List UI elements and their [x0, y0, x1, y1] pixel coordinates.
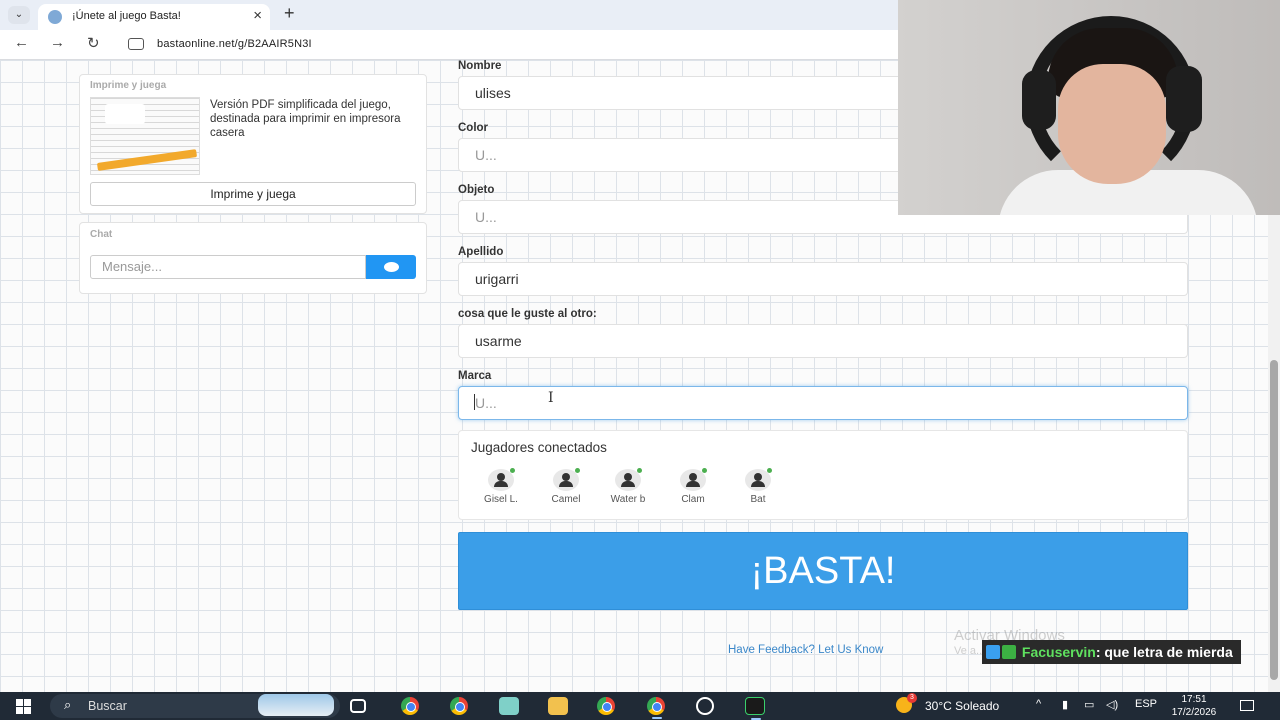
headphone-right-icon [1166, 66, 1202, 132]
player-item[interactable]: Camel [533, 468, 593, 509]
online-status-icon [767, 468, 772, 473]
player-item[interactable]: Bat [725, 468, 785, 509]
search-highlight-image[interactable] [258, 694, 334, 716]
site-favicon-icon [48, 10, 62, 24]
close-tab-icon[interactable]: × [253, 7, 262, 24]
new-tab-icon[interactable]: + [284, 3, 295, 24]
online-status-icon [575, 468, 580, 473]
tab-title: ¡Únete al juego Basta! [72, 10, 181, 22]
basta-logo-icon [105, 104, 145, 124]
headphone-left-icon [1022, 70, 1056, 130]
terminal-icon[interactable] [745, 697, 765, 720]
task-view-icon[interactable] [350, 699, 366, 713]
field-label-marca: Marca [458, 370, 492, 382]
scrollbar-thumb[interactable] [1270, 360, 1278, 680]
activate-windows-subtext: Ve a... [954, 645, 986, 657]
chat-username: Facuservin [1021, 644, 1096, 660]
print-panel: Imprime y juega Versión PDF simplificada… [79, 74, 427, 214]
field-label-color: Color [458, 122, 489, 134]
subscriber-badge-icon [1002, 645, 1016, 659]
apellido-input[interactable]: urigarri [458, 262, 1188, 296]
stream-chat-message: Facuservin: que letra de mierda [982, 640, 1241, 664]
feedback-link[interactable]: Have Feedback? Let Us Know [728, 644, 883, 656]
cosa-input[interactable]: usarme [458, 324, 1188, 358]
player-item[interactable]: Gisel L. [468, 468, 528, 509]
language-indicator[interactable]: ESP [1135, 698, 1157, 710]
print-description: Versión PDF simplificada del juego, dest… [210, 99, 401, 139]
field-label-apellido: Apellido [458, 246, 504, 258]
webcam-overlay [898, 0, 1280, 215]
player-name: Bat [750, 494, 766, 505]
player-name: Gisel L. [484, 494, 518, 505]
online-status-icon [702, 468, 707, 473]
chat-bubble-icon [384, 262, 399, 272]
forward-arrow-icon[interactable]: → [50, 34, 65, 51]
text-cursor-icon: I [548, 390, 554, 406]
clock-date: 17/2/2026 [1171, 707, 1217, 718]
browser-tab[interactable]: ¡Únete al juego Basta! × [38, 4, 270, 30]
volume-icon[interactable]: ◁) [1106, 698, 1118, 711]
file-explorer-icon[interactable] [548, 697, 568, 715]
notification-icon[interactable] [1240, 700, 1254, 711]
tab-search-chevron-icon[interactable]: ⌄ [8, 6, 30, 24]
notepad-icon[interactable] [499, 697, 519, 715]
chat-panel-heading: Chat [90, 229, 113, 240]
network-icon[interactable]: ▭ [1084, 698, 1094, 711]
print-and-play-button[interactable]: Imprime y juega [90, 182, 416, 206]
moderator-badge-icon [986, 645, 1000, 659]
microphone-icon[interactable]: ▮ [1062, 698, 1068, 711]
player-item[interactable]: Clam [660, 468, 720, 509]
weather-badge: 3 [907, 693, 917, 703]
chat-message-input[interactable]: Mensaje... [90, 255, 366, 279]
clock-time: 17:51 [1181, 694, 1207, 705]
weather-text[interactable]: 30°C Soleado [925, 699, 999, 713]
taskbar-search-placeholder: Buscar [88, 699, 127, 713]
basta-button[interactable]: ¡BASTA! [458, 532, 1188, 610]
windows-start-icon[interactable] [16, 699, 31, 714]
site-info-icon[interactable] [128, 38, 144, 50]
field-label-cosa: cosa que le guste al otro: [458, 308, 597, 320]
chrome-profile-3-icon[interactable] [597, 697, 615, 715]
tray-chevron-icon[interactable]: ^ [1036, 698, 1041, 710]
pdf-preview-image [90, 97, 200, 175]
player-item[interactable]: Water b [595, 468, 655, 509]
send-message-button[interactable] [366, 255, 416, 279]
clock[interactable]: 17:51 17/2/2026 [1168, 693, 1220, 719]
windows-taskbar: ⌕ Buscar 3 30°C Soleado ^ ▮ ▭ ◁) ESP 17:… [0, 692, 1280, 720]
reload-icon[interactable]: ↻ [87, 34, 100, 52]
back-arrow-icon[interactable]: ← [14, 34, 29, 51]
online-status-icon [637, 468, 642, 473]
marca-input[interactable]: U... [458, 386, 1188, 420]
chrome-profile-1-icon[interactable] [401, 697, 419, 715]
online-status-icon [510, 468, 515, 473]
chrome-profile-2-icon[interactable] [450, 697, 468, 715]
chat-message-text: : que letra de mierda [1095, 644, 1233, 660]
chat-panel: Chat Mensaje... [79, 222, 427, 294]
connected-players-panel: Jugadores conectados Gisel L. Camel Wate… [458, 430, 1188, 520]
streamer-face [1058, 64, 1166, 184]
field-label-nombre: Nombre [458, 60, 502, 72]
field-label-objeto: Objeto [458, 184, 495, 196]
player-name: Water b [610, 494, 646, 505]
chrome-active-icon[interactable] [647, 697, 665, 719]
print-panel-heading: Imprime y juega [90, 80, 167, 91]
text-caret [474, 394, 475, 410]
address-bar[interactable]: bastaonline.net/g/B2AAIR5N3I [157, 38, 312, 50]
player-name: Camel [551, 494, 581, 505]
obs-icon[interactable] [696, 697, 714, 715]
players-title: Jugadores conectados [471, 440, 607, 455]
player-name: Clam [681, 494, 705, 505]
search-icon: ⌕ [64, 697, 72, 712]
